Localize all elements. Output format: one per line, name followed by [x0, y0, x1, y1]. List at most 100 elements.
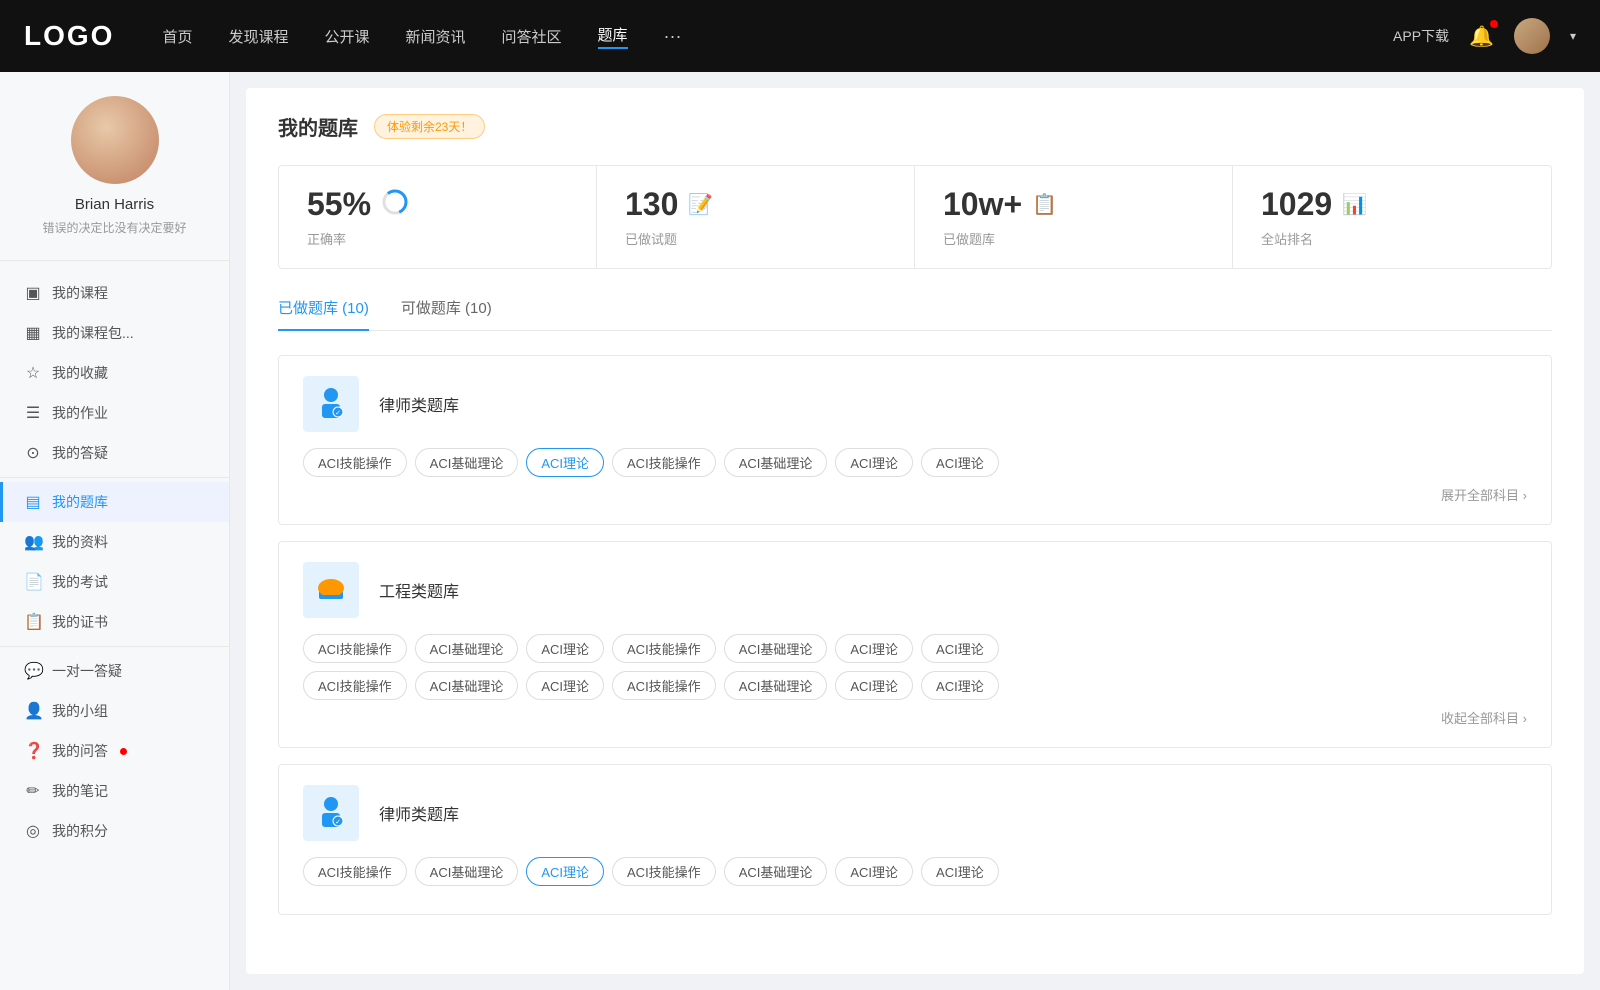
tag-item[interactable]: ACI基础理论 [415, 634, 519, 663]
expand-link[interactable]: 展开全部科目 › [1441, 485, 1527, 504]
tutoring-icon: 💬 [24, 661, 42, 681]
done-banks-label: 已做题库 [943, 229, 1204, 248]
tag-item[interactable]: ACI理论 [526, 671, 604, 700]
nav-question-bank[interactable]: 题库 [598, 24, 628, 49]
lawyer-icon-2: ✓ [303, 785, 359, 841]
sidebar-item-profile[interactable]: 👥 我的资料 [0, 522, 229, 562]
tag-item[interactable]: ACI基础理论 [415, 857, 519, 886]
qa-icon: ❓ [24, 741, 42, 761]
question-icon: ⊙ [24, 443, 42, 463]
qbank-tags: ACI技能操作 ACI基础理论 ACI理论 ACI技能操作 ACI基础理论 AC… [303, 448, 1527, 477]
tag-item[interactable]: ACI基础理论 [724, 634, 828, 663]
qbank-title-3: 律师类题库 [379, 801, 459, 825]
app-download-btn[interactable]: APP下载 [1393, 26, 1449, 46]
qbank-tags-2: ACI技能操作 ACI基础理论 ACI理论 ACI技能操作 ACI基础理论 AC… [303, 634, 1527, 663]
sidebar-item-questions[interactable]: ⊙ 我的答疑 [0, 433, 229, 473]
tag-item[interactable]: ACI技能操作 [303, 671, 407, 700]
sidebar-item-exam[interactable]: 📄 我的考试 [0, 562, 229, 602]
svg-text:✓: ✓ [335, 410, 341, 417]
sidebar-item-group[interactable]: 👤 我的小组 [0, 691, 229, 731]
sidebar-profile: Brian Harris 错误的决定比没有决定要好 [0, 96, 229, 261]
avatar[interactable] [1514, 18, 1550, 54]
sidebar-item-tutoring[interactable]: 💬 一对一答疑 [0, 651, 229, 691]
exam-icon: 📄 [24, 572, 42, 592]
nav-discover[interactable]: 发现课程 [228, 26, 288, 47]
tag-item[interactable]: ACI基础理论 [724, 448, 828, 477]
tag-item[interactable]: ACI技能操作 [612, 448, 716, 477]
qbank-section-lawyer-1: ✓ 律师类题库 ACI技能操作 ACI基础理论 ACI理论 ACI技能操作 AC… [278, 355, 1552, 525]
page-title: 我的题库 [278, 112, 358, 141]
sidebar-item-label: 我的收藏 [52, 363, 108, 383]
qbank-tags-4: ACI技能操作 ACI基础理论 ACI理论 ACI技能操作 ACI基础理论 AC… [303, 857, 1527, 886]
stats-row: 55% 正确率 130 📝 已做试题 [278, 165, 1552, 269]
tag-item[interactable]: ACI理论 [921, 857, 999, 886]
main-content: 我的题库 体验剩余23天！ 55% 正确率 13 [246, 88, 1584, 974]
tag-item[interactable]: ACI技能操作 [303, 448, 407, 477]
accuracy-value: 55% [307, 186, 371, 223]
tag-item[interactable]: ACI理论 [921, 634, 999, 663]
tag-item[interactable]: ACI技能操作 [612, 671, 716, 700]
nav-qa[interactable]: 问答社区 [502, 26, 562, 47]
sidebar-item-label: 我的笔记 [52, 781, 108, 801]
sidebar-item-certificate[interactable]: 📋 我的证书 [0, 602, 229, 642]
page-header: 我的题库 体验剩余23天！ [278, 112, 1552, 141]
tag-item[interactable]: ACI技能操作 [612, 634, 716, 663]
sidebar: Brian Harris 错误的决定比没有决定要好 ▣ 我的课程 ▦ 我的课程包… [0, 72, 230, 990]
course-icon: ▣ [24, 283, 42, 303]
sidebar-item-label: 我的作业 [52, 403, 108, 423]
tag-item[interactable]: ACI理论 [835, 671, 913, 700]
nav-more[interactable]: ··· [664, 26, 682, 47]
nav-news[interactable]: 新闻资讯 [406, 26, 466, 47]
ranking-icon: 📊 [1342, 192, 1367, 217]
sidebar-divider [0, 477, 229, 478]
group-icon: 👤 [24, 701, 42, 721]
sidebar-item-my-qa[interactable]: ❓ 我的问答 [0, 731, 229, 771]
nav-open-course[interactable]: 公开课 [324, 26, 369, 47]
tag-item-active[interactable]: ACI理论 [526, 448, 604, 477]
sidebar-item-my-courses[interactable]: ▣ 我的课程 [0, 273, 229, 313]
done-questions-icon: 📝 [688, 192, 713, 217]
nav-menu: 首页 发现课程 公开课 新闻资讯 问答社区 题库 ··· [162, 24, 1393, 49]
lawyer-icon: ✓ [303, 376, 359, 432]
tag-item[interactable]: ACI理论 [835, 448, 913, 477]
tag-item[interactable]: ACI技能操作 [612, 857, 716, 886]
tab-available-banks[interactable]: 可做题库 (10) [401, 297, 492, 330]
sidebar-item-points[interactable]: ◎ 我的积分 [0, 811, 229, 851]
package-icon: ▦ [24, 323, 42, 343]
tag-item[interactable]: ACI技能操作 [303, 634, 407, 663]
points-icon: ◎ [24, 821, 42, 841]
navbar: LOGO 首页 发现课程 公开课 新闻资讯 问答社区 题库 ··· APP下载 … [0, 0, 1600, 72]
tab-done-banks[interactable]: 已做题库 (10) [278, 297, 369, 330]
profile-name: Brian Harris [75, 196, 154, 213]
tag-item-active[interactable]: ACI理论 [526, 857, 604, 886]
sidebar-item-course-package[interactable]: ▦ 我的课程包... [0, 313, 229, 353]
tag-item[interactable]: ACI基础理论 [415, 671, 519, 700]
tag-item[interactable]: ACI理论 [835, 857, 913, 886]
tag-item[interactable]: ACI理论 [835, 634, 913, 663]
star-icon: ☆ [24, 363, 42, 383]
sidebar-menu: ▣ 我的课程 ▦ 我的课程包... ☆ 我的收藏 ☰ 我的作业 ⊙ 我的答疑 ▤ [0, 261, 229, 863]
tag-item[interactable]: ACI理论 [921, 671, 999, 700]
sidebar-item-notes[interactable]: ✏ 我的笔记 [0, 771, 229, 811]
sidebar-item-label: 我的证书 [52, 612, 108, 632]
tag-item[interactable]: ACI理论 [921, 448, 999, 477]
navbar-right: APP下载 🔔 ▾ [1393, 18, 1576, 54]
profile-avatar [71, 96, 159, 184]
sidebar-item-favorites[interactable]: ☆ 我的收藏 [0, 353, 229, 393]
tag-item[interactable]: ACI基础理论 [724, 857, 828, 886]
stat-done-questions: 130 📝 已做试题 [597, 166, 915, 268]
tag-item[interactable]: ACI理论 [526, 634, 604, 663]
chevron-down-icon[interactable]: ▾ [1570, 29, 1576, 43]
notification-bell[interactable]: 🔔 [1469, 24, 1494, 49]
sidebar-item-question-bank[interactable]: ▤ 我的题库 [0, 482, 229, 522]
tag-item[interactable]: ACI基础理论 [724, 671, 828, 700]
sidebar-item-homework[interactable]: ☰ 我的作业 [0, 393, 229, 433]
tag-item[interactable]: ACI基础理论 [415, 448, 519, 477]
logo: LOGO [24, 20, 114, 52]
tag-item[interactable]: ACI技能操作 [303, 857, 407, 886]
nav-home[interactable]: 首页 [162, 26, 192, 47]
done-questions-value: 130 [625, 186, 678, 223]
sidebar-item-label: 一对一答疑 [52, 661, 122, 681]
sidebar-item-label: 我的资料 [52, 532, 108, 552]
collapse-link[interactable]: 收起全部科目 › [1441, 708, 1527, 727]
